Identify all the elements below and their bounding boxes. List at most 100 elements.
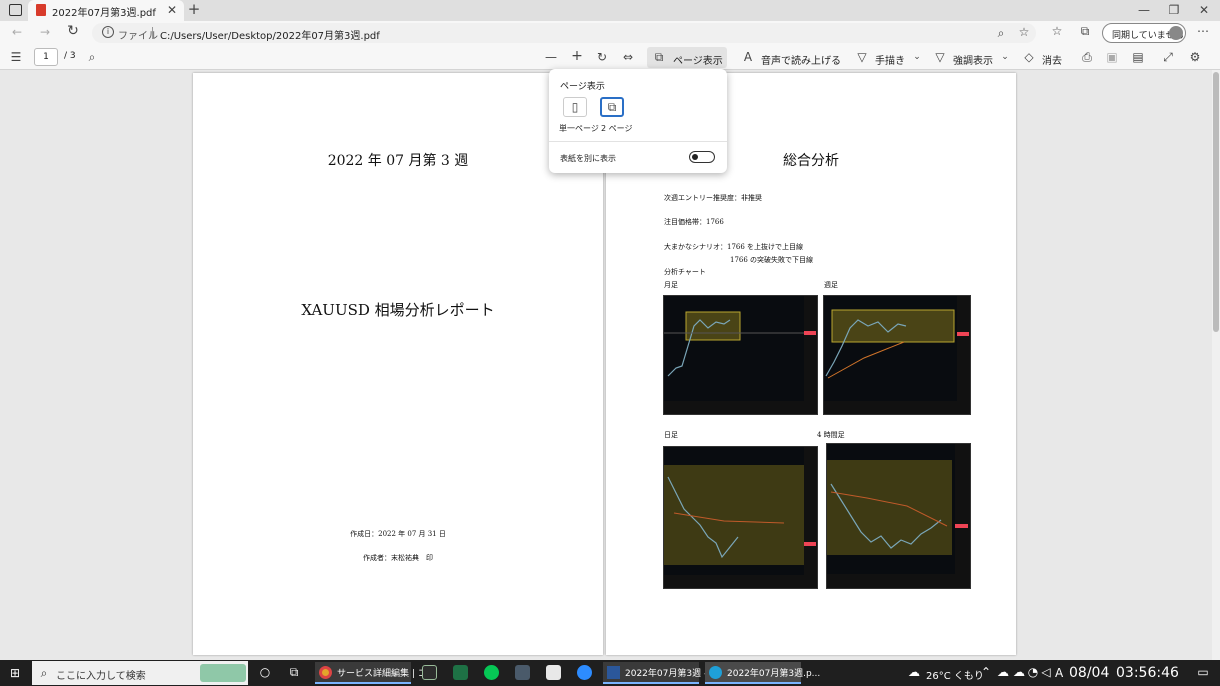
line-icon[interactable] (484, 665, 499, 680)
read-aloud-label[interactable]: 音声で読み上げる (761, 52, 841, 67)
taskbar: ⊞ ⌕ ここに入力して検索 ○ ⧉ サービス詳細編集 | コ... 2022年0… (0, 660, 1220, 686)
page-number-input[interactable]: 1 (34, 48, 58, 66)
clock-time[interactable]: 03:56:46 (1116, 665, 1179, 681)
refresh-icon[interactable]: ↻ (66, 24, 80, 38)
zoom-out-icon[interactable]: — (544, 50, 558, 64)
taskbar-search-box[interactable]: ⌕ ここに入力して検索 (32, 661, 248, 685)
excel-icon[interactable] (453, 665, 468, 680)
taskbar-edge-window[interactable]: 2022年07月第3週.p... (705, 662, 820, 684)
zoom-app-icon[interactable] (577, 665, 592, 680)
restore-icon[interactable]: ❐ (1168, 3, 1180, 17)
highlight-chevron-down-icon[interactable]: ⌄ (1000, 50, 1010, 64)
search-icon: ⌕ (40, 666, 48, 680)
clock-date[interactable]: 08/04 (1069, 665, 1109, 681)
address-bar: ← → ↻ i ファイル C:/Users/User/Desktop/2022年… (0, 21, 1220, 45)
report-title: XAUUSD 相場分析レポート (301, 301, 495, 319)
back-icon[interactable]: ← (10, 25, 24, 39)
scrollbar[interactable] (1212, 70, 1220, 660)
page-view-button[interactable]: ⧉ ページ表示 (647, 47, 727, 68)
taskbar-window-3-label: 2022年07月第3週.p... (727, 669, 821, 679)
app-icon[interactable] (422, 665, 437, 680)
chrome-icon (319, 666, 332, 679)
entry-recommendation: 次週エントリー推奨度：非推奨 (664, 194, 762, 202)
single-page-button[interactable]: ▯ (563, 97, 587, 117)
avatar (1169, 26, 1183, 40)
two-page-icon: ⧉ (607, 100, 617, 114)
pdf-file-icon (36, 4, 46, 16)
more-menu-icon[interactable]: ⋯ (1196, 24, 1210, 38)
weather-text[interactable]: 26°C くもり (926, 667, 984, 682)
fit-page-icon[interactable]: ⇔ (621, 50, 635, 64)
print-icon[interactable]: ⎙ (1080, 50, 1094, 64)
close-window-icon[interactable]: ✕ (1198, 3, 1210, 17)
task-view-icon[interactable]: ⧉ (287, 665, 301, 679)
forward-icon[interactable]: → (38, 25, 52, 39)
report-week: 2022 年 07 月第 3 週 (327, 153, 469, 169)
chart-section-label: 分析チャート (664, 268, 706, 276)
cortana-icon[interactable]: ○ (258, 665, 272, 679)
scenario-down: 1766 の突破失敗で下目線 (730, 256, 814, 264)
rotate-icon[interactable]: ↻ (595, 50, 609, 64)
tab-actions-icon[interactable] (9, 4, 22, 16)
page-view-popup: ページ表示 ▯ ⧉ 単一ページ 2 ページ 表紙を別に表示 (549, 69, 727, 173)
calculator-icon[interactable] (515, 665, 530, 680)
fullscreen-icon[interactable]: ⤢ (1161, 50, 1175, 64)
settings-gear-icon[interactable]: ⚙ (1188, 50, 1202, 64)
minimize-icon[interactable]: — (1138, 3, 1150, 17)
save-as-icon[interactable]: ▤ (1131, 50, 1145, 64)
taskbar-search-placeholder: ここに入力して検索 (56, 671, 146, 682)
save-icon[interactable]: ▣ (1105, 50, 1119, 64)
volume-icon[interactable]: ◁ (1040, 665, 1052, 679)
taskbar-word-window[interactable]: 2022年07月第3週 - ... (603, 662, 719, 684)
contents-icon[interactable]: ☰ (9, 50, 23, 64)
zoom-in-icon[interactable]: + (570, 49, 584, 63)
single-page-icon: ▯ (571, 100, 579, 114)
url-field[interactable]: i ファイル C:/Users/User/Desktop/2022年07月第3週… (92, 23, 1036, 43)
ime-indicator[interactable]: A (1055, 666, 1063, 680)
highlight-label[interactable]: 強調表示 (953, 52, 993, 67)
wifi-icon[interactable]: ◔ (1027, 665, 1039, 679)
taskbar-window-1-label: サービス詳細編集 | コ... (337, 669, 436, 679)
monthly-chart-image (663, 295, 818, 415)
profile-button[interactable]: 同期していません (1102, 23, 1186, 43)
draw-label[interactable]: 手描き (875, 52, 905, 67)
two-page-label: 2 ページ (601, 124, 633, 133)
find-icon[interactable]: ⌕ (85, 50, 99, 64)
notification-icon[interactable]: ▭ (1196, 665, 1210, 679)
weekly-label: 週足 (824, 281, 838, 289)
collections-icon[interactable]: ⧉ (1078, 24, 1092, 38)
pdf-toolbar: ☰ 1 / 3 ⌕ — + ↻ ⇔ ⧉ ページ表示 A 音声で読み上げる ▽ 手… (0, 45, 1220, 70)
taskbar-chrome-window[interactable]: サービス詳細編集 | コ... (315, 662, 435, 684)
start-windows-icon[interactable]: ⊞ (8, 666, 22, 680)
tab-strip: 2022年07月第3週.pdf ✕ + — ❐ ✕ (0, 0, 1220, 21)
draw-chevron-down-icon[interactable]: ⌄ (912, 50, 922, 64)
cover-page-label: 表紙を別に表示 (560, 154, 616, 163)
favorites-icon[interactable]: ☆ (1050, 24, 1064, 38)
url-text: C:/Users/User/Desktop/2022年07月第3週.pdf (160, 31, 380, 42)
tab-pdf[interactable]: 2022年07月第3週.pdf ✕ (28, 0, 184, 21)
pdf-page-1: 2022 年 07 月第 3 週 XAUUSD 相場分析レポート 作成日：202… (193, 73, 603, 655)
info-icon[interactable]: i (102, 26, 114, 38)
read-aloud-icon[interactable]: A (741, 50, 755, 64)
close-tab-icon[interactable]: ✕ (166, 3, 178, 17)
scenario-up: 大まかなシナリオ：1766 を上抜けで上目線 (664, 243, 804, 251)
report-created-date: 作成日：2022 年 07 月 31 日 (350, 530, 446, 538)
onedrive-icon[interactable]: ☁ (996, 665, 1010, 679)
eraser-icon[interactable]: ◇ (1022, 50, 1036, 64)
page-number-value: 1 (43, 52, 49, 62)
zoom-icon[interactable]: ⌕ (995, 26, 1007, 40)
draw-icon[interactable]: ▽ (855, 50, 869, 64)
cover-page-toggle[interactable] (689, 151, 715, 163)
tray-chevron-up-icon[interactable]: ⌃ (980, 665, 992, 679)
favorite-add-icon[interactable]: ☆ (1018, 25, 1030, 39)
daily-label: 日足 (664, 431, 678, 439)
word-icon (607, 666, 620, 679)
two-page-button[interactable]: ⧉ (600, 97, 624, 117)
new-tab-icon[interactable]: + (187, 2, 201, 17)
erase-label[interactable]: 消去 (1042, 52, 1062, 67)
h4-label: 4 時間足 (817, 431, 845, 439)
paint-icon[interactable] (546, 665, 561, 680)
tab-title: 2022年07月第3週.pdf (52, 8, 156, 19)
cloud-sync-icon[interactable]: ☁ (1012, 665, 1026, 679)
highlight-icon[interactable]: ▽ (933, 50, 947, 64)
